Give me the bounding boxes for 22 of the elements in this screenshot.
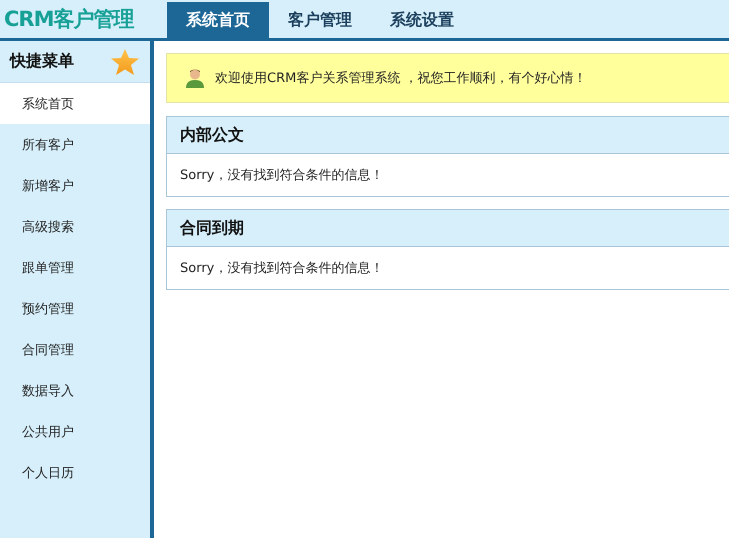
nav-tab[interactable]: 系统设置: [371, 2, 473, 38]
app-logo: CRM客户管理: [3, 6, 135, 33]
sidebar-item[interactable]: 高级搜索: [0, 206, 150, 247]
sidebar-item[interactable]: 数据导入: [0, 370, 150, 411]
nav-tab[interactable]: 客户管理: [269, 2, 371, 38]
sidebar-title: 快捷菜单: [10, 51, 74, 72]
sidebar-item[interactable]: 新增客户: [0, 165, 150, 206]
nav-tab[interactable]: 系统首页: [167, 2, 269, 38]
empty-message: Sorry，没有找到符合条件的信息！: [180, 260, 384, 277]
sidebar-item[interactable]: 合同管理: [0, 329, 150, 370]
sidebar-item[interactable]: 所有客户: [0, 124, 150, 165]
empty-message: Sorry，没有找到符合条件的信息！: [180, 167, 384, 184]
panel-title: 内部公文: [180, 124, 244, 146]
welcome-message: 欢迎使用CRM客户关系管理系统 ，祝您工作顺利，有个好心情！: [215, 70, 586, 87]
star-icon: [110, 48, 140, 76]
sidebar-item[interactable]: 系统首页: [0, 83, 150, 124]
user-icon: [185, 68, 205, 88]
sidebar-item[interactable]: 个人日历: [0, 452, 150, 493]
sidebar-item[interactable]: 预约管理: [0, 288, 150, 329]
sidebar-item[interactable]: 跟单管理: [0, 247, 150, 288]
sidebar-item[interactable]: 公共用户: [0, 411, 150, 452]
panel-title: 合同到期: [180, 218, 244, 238]
